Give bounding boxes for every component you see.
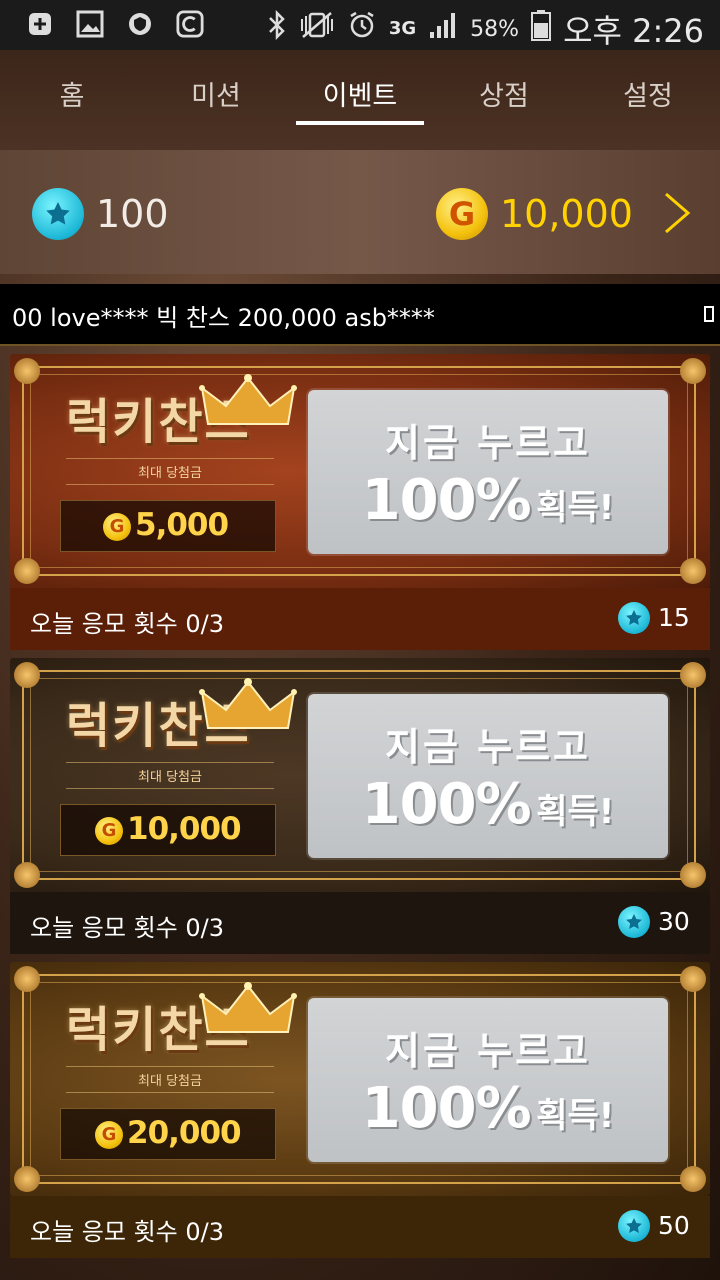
- copyright-app-icon: [176, 10, 204, 38]
- gold-coin-icon: G: [95, 1121, 123, 1149]
- gem-balance: 100: [96, 192, 169, 236]
- entry-info-bar: 오늘 응모 횟수 0/3 50: [10, 1196, 710, 1258]
- tab-settings[interactable]: 설정: [576, 50, 720, 150]
- cta-percent: 100%: [361, 1076, 532, 1141]
- cta-line1: 지금 누르고: [384, 1029, 592, 1073]
- entry-cost: 50: [658, 1211, 690, 1240]
- claim-button[interactable]: 지금 누르고 100% 획득!: [308, 998, 668, 1162]
- event-card[interactable]: 럭키찬스 최대 당첨금 G 5,000 지금 누르고 100% 획득! 오늘 응…: [10, 354, 710, 650]
- cta-get: 획득!: [536, 1096, 615, 1136]
- mute-vibrate-icon: [299, 10, 335, 48]
- crown-icon: [198, 982, 298, 1042]
- entry-count: 오늘 응모 횟수 0/3: [30, 1218, 224, 1246]
- prize-box: G 10,000: [60, 804, 276, 856]
- entry-cost: 15: [658, 603, 690, 632]
- crown-icon: [198, 678, 298, 738]
- gem-star-icon: [618, 602, 650, 634]
- crown-icon: [198, 374, 298, 434]
- chevron-right-icon[interactable]: [660, 190, 694, 236]
- gold-coin-icon: G: [436, 188, 488, 240]
- prize-amount: 20,000: [127, 1115, 242, 1151]
- tab-shop[interactable]: 상점: [432, 50, 576, 150]
- gem-star-icon: [32, 188, 84, 240]
- ticker-text: 00 love**** 빅 찬스 200,000 asb****: [12, 304, 435, 332]
- gallery-icon: [76, 10, 104, 38]
- prize-amount: 5,000: [135, 507, 229, 543]
- gold-balance: 10,000: [500, 192, 633, 236]
- add-notification-icon: [26, 10, 54, 38]
- tab-home[interactable]: 홈: [0, 50, 144, 150]
- status-bar: 3G 58% 오후 2:26: [0, 0, 720, 50]
- entry-info-bar: 오늘 응모 횟수 0/3 15: [10, 588, 710, 650]
- shield-icon: [126, 10, 154, 38]
- battery-icon: [531, 9, 552, 49]
- tab-events[interactable]: 이벤트: [288, 50, 432, 150]
- gold-coin-icon: G: [103, 513, 131, 541]
- cta-get: 획득!: [536, 792, 615, 832]
- cta-line1: 지금 누르고: [384, 421, 592, 465]
- signal-icon: [428, 10, 458, 48]
- cta-percent: 100%: [361, 468, 532, 533]
- entry-cost: 30: [658, 907, 690, 936]
- prize-amount: 10,000: [127, 811, 242, 847]
- event-card[interactable]: 럭키찬스 최대 당첨금 G 20,000 지금 누르고 100% 획득! 오늘 …: [10, 962, 710, 1258]
- clock: 오후 2:26: [563, 12, 704, 50]
- gem-star-icon: [618, 906, 650, 938]
- alarm-icon: [347, 10, 377, 48]
- gold-coin-icon: G: [95, 817, 123, 845]
- tab-bar: 홈 미션 이벤트 상점 설정: [0, 50, 720, 150]
- prize-box: G 20,000: [60, 1108, 276, 1160]
- entry-count: 오늘 응모 횟수 0/3: [30, 610, 224, 638]
- cta-line1: 지금 누르고: [384, 725, 592, 769]
- bluetooth-icon: [267, 9, 287, 48]
- cta-percent: 100%: [361, 772, 532, 837]
- ticker-edge-glyph: [704, 304, 714, 324]
- entry-count: 오늘 응모 횟수 0/3: [30, 914, 224, 942]
- event-subtitle: 최대 당첨금: [66, 1066, 274, 1093]
- battery-percent: 58%: [470, 16, 520, 42]
- network-type: 3G: [388, 18, 417, 39]
- event-banner[interactable]: 럭키찬스 최대 당첨금 G 20,000 지금 누르고 100% 획득!: [10, 962, 710, 1196]
- cta-get: 획득!: [536, 488, 615, 528]
- event-subtitle: 최대 당첨금: [66, 762, 274, 789]
- entry-info-bar: 오늘 응모 횟수 0/3 30: [10, 892, 710, 954]
- event-banner[interactable]: 럭키찬스 최대 당첨금 G 10,000 지금 누르고 100% 획득!: [10, 658, 710, 892]
- event-banner[interactable]: 럭키찬스 최대 당첨금 G 5,000 지금 누르고 100% 획득!: [10, 354, 710, 588]
- winners-ticker: 00 love**** 빅 찬스 200,000 asb****: [0, 284, 720, 346]
- claim-button[interactable]: 지금 누르고 100% 획득!: [308, 694, 668, 858]
- event-card[interactable]: 럭키찬스 최대 당첨금 G 10,000 지금 누르고 100% 획득! 오늘 …: [10, 658, 710, 954]
- event-subtitle: 최대 당첨금: [66, 458, 274, 485]
- tab-missions[interactable]: 미션: [144, 50, 288, 150]
- gem-star-icon: [618, 1210, 650, 1242]
- claim-button[interactable]: 지금 누르고 100% 획득!: [308, 390, 668, 554]
- prize-box: G 5,000: [60, 500, 276, 552]
